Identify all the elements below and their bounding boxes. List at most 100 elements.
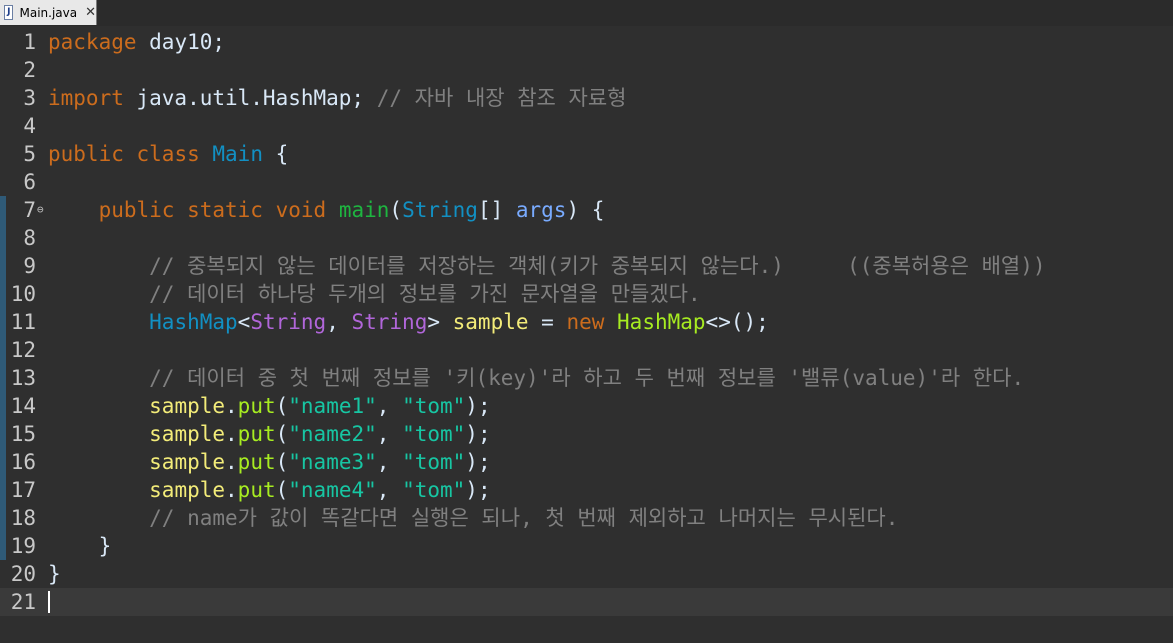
code-token: , [376,478,403,502]
editor-tab-bar: J Main.java ✕ [0,0,1173,27]
code-token: args [515,198,567,222]
code-line[interactable]: 6 [0,168,1173,196]
code-line[interactable]: 9 // 중복되지 않는 데이터를 저장하는 객체(키가 중복되지 않는다.) … [0,252,1173,280]
code-token: public [48,142,124,166]
code-token: ); [465,478,491,502]
code-line[interactable]: 18 // name가 값이 똑같다면 실행은 되나, 첫 번째 제외하고 나머… [0,504,1173,532]
code-token: "name4" [288,478,377,502]
line-number: 16 [10,450,36,474]
code-token: // 데이터 중 첫 번째 정보를 '키(key)'라 하고 두 번째 정보를 … [149,366,1025,390]
code-token: "name3" [288,450,377,474]
code-token: HashMap [617,310,706,334]
code-token: package [48,30,137,54]
code-token: sample [149,478,226,502]
code-text: } [48,532,112,560]
line-number: 10 [10,282,36,306]
line-number: 15 [10,422,36,446]
code-line[interactable]: 20} [0,560,1173,588]
code-token: put [237,450,276,474]
code-line[interactable]: 4 [0,112,1173,140]
code-text: sample.put("name3", "tom"); [48,448,490,476]
line-number: 11 [10,310,36,334]
line-number: 4 [23,114,36,138]
code-token: , [376,422,403,446]
code-text: // name가 값이 똑같다면 실행은 되나, 첫 번째 제외하고 나머지는 … [48,504,898,532]
code-token: sample [149,422,226,446]
code-token: . [225,394,238,418]
code-token: "name1" [288,394,377,418]
line-number: 18 [10,506,36,530]
code-token: = [528,310,567,334]
code-token: ); [465,422,491,446]
line-number: 7 [23,198,36,222]
code-token: static [187,198,263,222]
tab-main-java[interactable]: J Main.java ✕ [0,0,97,25]
code-text: sample.put("name4", "tom"); [48,476,491,504]
code-token: new [566,310,605,334]
code-line[interactable]: 5 public class Main { [0,140,1173,168]
code-token: > [427,310,453,334]
line-number: 2 [23,58,36,82]
code-line[interactable]: 21 [0,588,1173,616]
code-token: import [48,86,124,110]
line-number: 20 [10,562,36,586]
tab-label: Main.java [19,5,78,20]
line-number: 19 [10,534,36,558]
code-text: HashMap<String, String> sample = new Has… [48,308,769,336]
code-token: String [250,310,327,334]
code-line[interactable]: 12 [0,336,1173,364]
code-token: public [98,198,175,222]
code-line[interactable]: 7 ⊖ public static void main(String[] args… [0,196,1173,224]
line-number: 9 [23,254,36,278]
code-token: , [376,450,403,474]
code-line[interactable]: 16 sample.put("name3", "tom"); [0,448,1173,476]
fold-icon[interactable]: ⊖ [37,196,44,224]
code-token: "tom" [402,478,466,502]
code-line[interactable]: 3 import java.util.HashMap; // 자바 내장 참조 자… [0,84,1173,112]
code-token: put [237,422,276,446]
code-line[interactable]: 8 [0,224,1173,252]
code-token: "tom" [402,394,466,418]
code-token: put [237,478,276,502]
code-token: sample [149,394,226,418]
line-number: 17 [10,478,36,502]
line-number: 3 [23,86,36,110]
code-token: String [402,198,478,222]
code-line[interactable]: 1 package day10; [0,28,1173,56]
code-token: [] [477,198,516,222]
code-line[interactable]: 14 sample.put("name1", "tom"); [0,392,1173,420]
code-text: public class Main { [48,140,288,168]
code-text: sample.put("name2", "tom"); [48,420,491,448]
code-token: "tom" [402,422,466,446]
code-token: ( [389,198,403,222]
code-line[interactable]: 19 } [0,532,1173,560]
code-text: // 중복되지 않는 데이터를 저장하는 객체(키가 중복되지 않는다.) ((… [48,252,1045,280]
code-token: void [275,198,327,222]
code-text: // 데이터 하나당 두개의 정보를 가진 문자열을 만들겠다. [48,280,701,308]
code-token: java.util.HashMap; [123,86,377,110]
code-token: ); [465,394,491,418]
code-line[interactable]: 10 // 데이터 하나당 두개의 정보를 가진 문자열을 만들겠다. [0,280,1173,308]
code-line[interactable]: 15 sample.put("name2", "tom"); [0,420,1173,448]
code-token: "tom" [402,450,466,474]
code-token: // 데이터 하나당 두개의 정보를 가진 문자열을 만들겠다. [149,282,701,306]
code-line[interactable]: 2 [0,56,1173,84]
line-number: 12 [10,338,36,362]
code-token: Main [212,142,263,166]
code-token: , [376,394,403,418]
close-icon[interactable]: ✕ [85,5,96,20]
code-editor[interactable]: 1 package day10; 2 3 import java.util.HashMa… [0,26,1173,643]
code-line[interactable]: 17 sample.put("name4", "tom"); [0,476,1173,504]
code-token: String [351,310,428,334]
code-text: public static void main(String[] args) { [48,196,605,224]
code-token: class [136,142,200,166]
code-line[interactable]: 13 // 데이터 중 첫 번째 정보를 '키(key)'라 하고 두 번째 정… [0,364,1173,392]
code-line[interactable]: 11 HashMap<String, String> sample = new … [0,308,1173,336]
code-token: { [262,142,289,166]
